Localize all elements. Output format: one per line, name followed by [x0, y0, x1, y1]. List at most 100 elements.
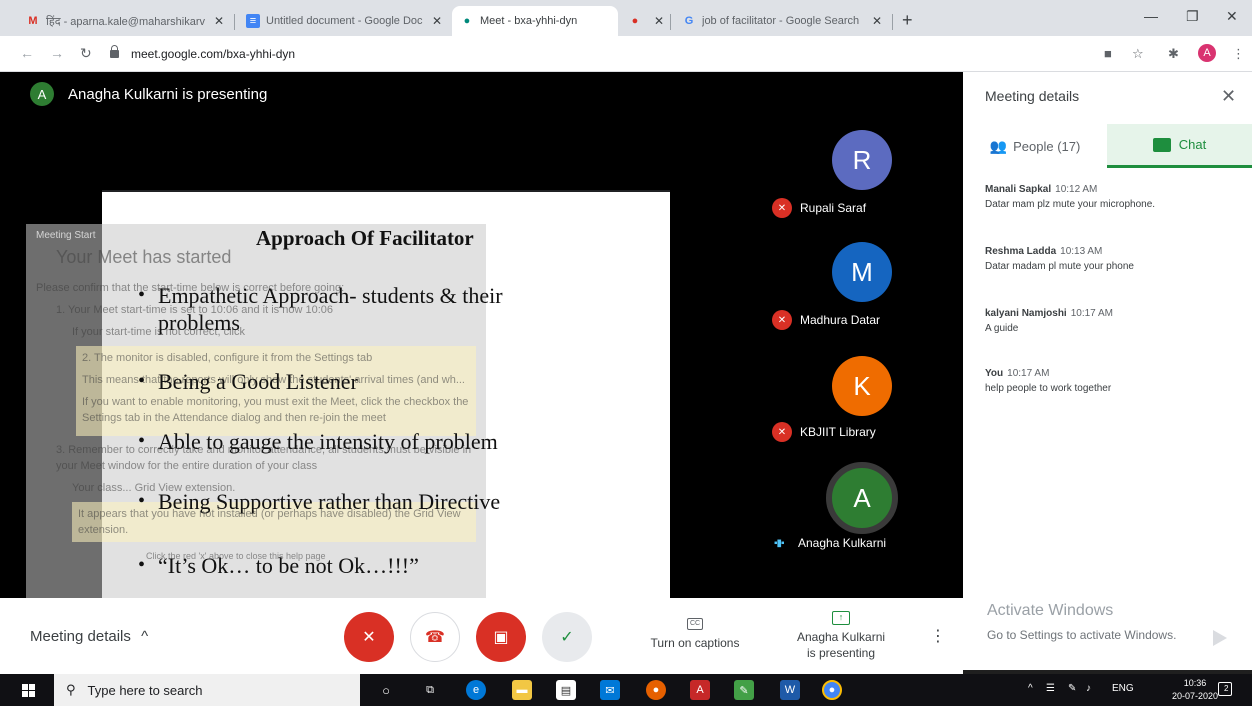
hangup-icon: ☎	[425, 629, 445, 646]
tab-people-label: People (17)	[1013, 138, 1081, 154]
tab-google-search[interactable]: G job of facilitator - Google Search ✕	[674, 6, 890, 36]
close-icon[interactable]: ✕	[432, 14, 442, 28]
activate-windows-title: Activate Windows	[987, 602, 1114, 619]
chat-sender: kalyani Namjoshi	[985, 308, 1067, 319]
slide-bullet: Able to gauge the intensity of problem	[138, 428, 498, 455]
file-explorer-icon[interactable]: ▬	[512, 680, 532, 700]
docs-icon: ≡	[246, 14, 260, 28]
search-icon: ⚲	[66, 682, 76, 697]
chat-message: Reshma Ladda 10:13 AM Datar madam pl mute…	[985, 244, 1235, 274]
chat-time: 10:17 AM	[1070, 308, 1113, 319]
camera-off-icon: ▣	[493, 629, 509, 646]
meeting-details-button[interactable]: Meeting details ^	[30, 628, 148, 645]
close-icon[interactable]: ✕	[872, 14, 882, 28]
back-icon[interactable]: ←	[20, 45, 34, 61]
send-icon[interactable]	[1213, 630, 1227, 646]
notification-count: 2	[1224, 684, 1229, 693]
tab-meet[interactable]: ● Meet - bxa-yhhi-dyn	[452, 6, 618, 36]
taskbar-search-input[interactable]: ⚲ Type here to search	[54, 674, 360, 706]
new-tab-icon[interactable]: +	[902, 10, 913, 31]
language-indicator[interactable]: ENG	[1112, 683, 1134, 694]
firefox-icon[interactable]: ●	[646, 680, 666, 700]
restore-icon[interactable]: ❐	[1186, 8, 1199, 25]
presenter-text: Anagha Kulkarni is presenting	[68, 85, 268, 103]
checkmark-icon: ✓	[560, 629, 574, 646]
pen-icon[interactable]: ✎	[1068, 683, 1076, 694]
present-label: is presenting	[806, 646, 876, 660]
chat-message: You 10:17 AM help people to work together	[985, 366, 1235, 396]
browser-toolbar: ← → ↻ meet.google.com/bxa-yhhi-dyn ■ ☆ ✱…	[0, 36, 1252, 72]
activate-windows-subtitle: Go to Settings to activate Windows.	[987, 628, 1177, 642]
system-clock[interactable]: 10:36 20-07-2020	[1172, 677, 1218, 703]
avatar[interactable]: M	[832, 242, 892, 302]
avatar[interactable]: K	[832, 356, 892, 416]
windows-start-icon[interactable]	[22, 684, 35, 697]
extensions-icon[interactable]: ✱	[1168, 46, 1179, 62]
task-view-icon[interactable]: ⧉	[420, 680, 440, 700]
tab-gmail[interactable]: M हिंद - aparna.kale@maharshikarv ✕	[18, 6, 232, 36]
avatar[interactable]: R	[832, 130, 892, 190]
avatar: A	[30, 82, 54, 106]
network-icon[interactable]: ☰	[1046, 683, 1055, 694]
presenter-banner: A Anagha Kulkarni is presenting	[30, 82, 267, 106]
tab-divider	[670, 14, 671, 30]
tab-title: Meet - bxa-yhhi-dyn	[480, 15, 578, 27]
camera-toggle-button[interactable]: ▣	[476, 612, 526, 662]
mail-icon[interactable]: ✉	[600, 680, 620, 700]
leave-call-button[interactable]: ☎	[410, 612, 460, 662]
captions-button[interactable]: CC Turn on captions	[640, 614, 750, 650]
more-options-icon[interactable]: ⋮	[930, 626, 946, 646]
address-bar[interactable]: meet.google.com/bxa-yhhi-dyn	[110, 41, 1070, 67]
tab-chat[interactable]: Chat	[1107, 124, 1252, 168]
reload-icon[interactable]: ↻	[80, 45, 92, 62]
mic-off-icon: ✕	[772, 422, 792, 442]
record-icon: ●	[631, 15, 639, 27]
chat-sender: Reshma Ladda	[985, 246, 1057, 257]
slide-bullet: “It’s Ok… to be not Ok…!!!”	[138, 552, 419, 579]
people-icon: 👥	[989, 137, 1008, 154]
close-icon[interactable]: ✕	[214, 14, 224, 28]
avatar[interactable]: A	[826, 462, 898, 534]
edge-icon[interactable]: e	[466, 680, 486, 700]
present-button[interactable]: ↑ Anagha Kulkarni is presenting	[782, 608, 900, 661]
tab-people[interactable]: 👥 People (17)	[963, 124, 1107, 168]
camera-icon[interactable]: ■	[1104, 46, 1112, 61]
notification-center-icon[interactable]: 2	[1218, 682, 1232, 696]
tab-divider	[892, 14, 893, 30]
clock-time: 10:36	[1183, 678, 1207, 688]
window-close-icon[interactable]: ✕	[1226, 8, 1238, 25]
participant-label: Madhura Datar	[800, 313, 881, 327]
tab-google-docs[interactable]: ≡ Untitled document - Google Doc ✕	[238, 6, 450, 36]
meet-controlbar: Meeting details ^ ✕ ☎ ▣ ✓ CC Turn on cap…	[0, 598, 963, 674]
participant-name: ✕ Madhura Datar	[772, 310, 880, 330]
tab-divider	[234, 14, 235, 30]
volume-icon[interactable]: ♪	[1086, 683, 1091, 694]
paint-icon[interactable]: ✎	[734, 680, 754, 700]
forward-icon[interactable]: →	[50, 45, 64, 61]
close-icon[interactable]: ✕	[654, 14, 664, 28]
cortana-icon[interactable]: ○	[376, 680, 396, 700]
chat-time: 10:17 AM	[1007, 368, 1050, 379]
minimize-icon[interactable]: —	[1144, 8, 1158, 24]
chat-sender: You	[985, 368, 1004, 379]
word-icon[interactable]: W	[780, 680, 800, 700]
show-hidden-icons-icon[interactable]: ^	[1028, 683, 1033, 694]
close-icon[interactable]: ✕	[1221, 86, 1236, 107]
store-icon[interactable]: ▤	[556, 680, 576, 700]
speaking-indicator-icon: ▪▮▪	[774, 537, 785, 549]
letterbox-right	[670, 190, 764, 662]
participant-label: KBJIIT Library	[800, 425, 876, 439]
tab-recording[interactable]: ● ✕	[620, 6, 668, 36]
mic-toggle-button[interactable]: ✕	[344, 612, 394, 662]
profile-avatar[interactable]: A	[1198, 44, 1216, 62]
slide-bullet: Being a Good Listener	[138, 368, 358, 395]
panel-title: Meeting details	[985, 88, 1080, 104]
menu-kebab-icon[interactable]: ⋮	[1232, 46, 1245, 62]
bookmark-star-icon[interactable]: ☆	[1132, 46, 1144, 62]
slide-bullet: Being Supportive rather than Directive	[138, 488, 500, 515]
chat-text: A guide	[985, 323, 1019, 334]
attendance-check-button[interactable]: ✓	[542, 612, 592, 662]
chrome-icon[interactable]: ●	[822, 680, 842, 700]
chat-time: 10:12 AM	[1055, 184, 1098, 195]
acrobat-icon[interactable]: A	[690, 680, 710, 700]
